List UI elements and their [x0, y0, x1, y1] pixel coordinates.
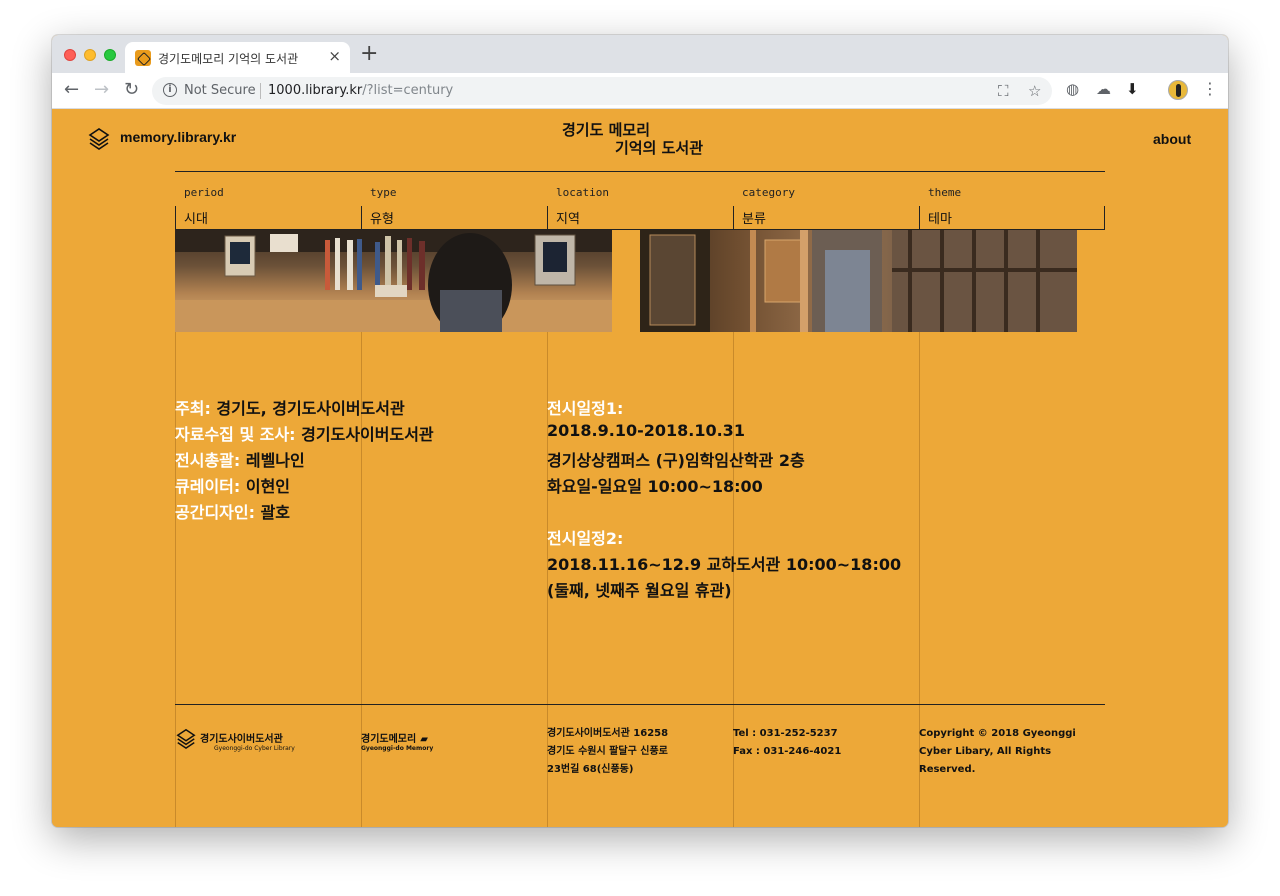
gyeonggi-memory-logo[interactable]: 경기도메모리 ▰ Gyeonggi-do Memory — [361, 730, 433, 752]
copyright-line: Cyber Libary, All Rights — [919, 746, 1052, 757]
copyright-line: Reserved. — [919, 764, 976, 775]
forward-arrow-icon[interactable]: → — [94, 79, 109, 100]
credit-value: 경기도사이버도서관 — [295, 425, 434, 444]
schedule-1-venue: 경기상상캠퍼스 (구)임학임산학관 2층 — [547, 451, 805, 470]
schedule-2-title: 전시일정2: — [547, 529, 624, 548]
url-path: /?list=century — [362, 83, 454, 98]
filter-label-location: location — [556, 186, 609, 199]
filter-value-location[interactable]: 지역 — [556, 208, 580, 227]
site-name-link[interactable]: memory.library.kr — [120, 129, 236, 145]
memory-logo-sub: Gyeonggi-do Memory — [361, 745, 434, 752]
credit-host: 주최: 경기도, 경기도사이버도서관 — [175, 395, 405, 419]
favicon-icon — [135, 50, 151, 66]
tab-close-icon[interactable]: × — [328, 47, 341, 65]
close-window-button[interactable] — [64, 49, 76, 61]
minimize-window-button[interactable] — [84, 49, 96, 61]
not-secure-label: Not Secure — [184, 83, 256, 98]
credit-value: 레벨나인 — [240, 451, 305, 470]
cyber-library-logo[interactable]: 경기도사이버도서관 Gyeonggi-do Cyber Library — [200, 730, 295, 752]
new-tab-button[interactable]: + — [360, 41, 378, 66]
extension-icon[interactable]: ☁ — [1096, 80, 1111, 98]
download-icon[interactable]: ⬇ — [1126, 80, 1139, 98]
address-bar[interactable]: i Not Secure 1000.library.kr/?list=centu… — [152, 77, 1052, 105]
footer-divider — [175, 704, 1105, 705]
credit-label: 전시총괄: — [175, 451, 241, 470]
reload-icon[interactable]: ↻ — [124, 79, 139, 100]
filter-value-type[interactable]: 유형 — [370, 208, 394, 227]
omnibox-divider — [260, 83, 261, 99]
filter-label-type: type — [370, 186, 397, 199]
bookmark-star-icon[interactable]: ☆ — [1028, 82, 1041, 100]
credit-research: 자료수집 및 조사: 경기도사이버도서관 — [175, 421, 434, 445]
filter-value-theme[interactable]: 테마 — [928, 208, 952, 227]
schedule-1-dates: 2018.9.10-2018.10.31 — [547, 421, 745, 440]
copyright-line: Copyright © 2018 Gyeonggi — [919, 728, 1076, 739]
schedule-2-dates: 2018.11.16~12.9 교하도서관 10:00~18:00 — [547, 555, 902, 574]
tab-strip: 경기도메모리 기억의 도서관 × + — [52, 35, 1228, 73]
credit-space-design: 공간디자인: 괄호 — [175, 499, 290, 523]
profile-avatar[interactable] — [1168, 80, 1188, 100]
credit-label: 공간디자인: — [175, 503, 255, 522]
credit-value: 이현인 — [240, 477, 291, 496]
filter-value-category[interactable]: 분류 — [742, 208, 766, 227]
translate-icon[interactable]: ⛶ — [998, 82, 1009, 100]
browser-tab[interactable]: 경기도메모리 기억의 도서관 × — [125, 42, 350, 73]
credit-curator: 큐레이터: 이현인 — [175, 473, 290, 497]
books-logo-icon[interactable] — [88, 126, 110, 150]
title-line-2: 기억의 도서관 — [615, 139, 704, 157]
footer-copyright: Copyright © 2018 Gyeonggi Cyber Libary, … — [919, 725, 1076, 779]
credit-director: 전시총괄: 레벨나인 — [175, 447, 305, 471]
memory-logo-name: 경기도메모리 — [361, 734, 417, 745]
address-line: 경기도 수원시 팔달구 신풍로 — [547, 746, 668, 757]
camera-icon: ▰ — [420, 734, 428, 745]
exhibition-photo-2 — [640, 230, 1077, 332]
browser-toolbar: ← → ↻ i Not Secure 1000.library.kr/?list… — [52, 73, 1228, 109]
schedule-1-hours: 화요일-일요일 10:00~18:00 — [547, 477, 763, 496]
credit-value: 경기도, 경기도사이버도서관 — [210, 399, 405, 418]
globe-extension-icon[interactable]: ◍ — [1066, 80, 1079, 98]
credit-label: 자료수집 및 조사: — [175, 425, 296, 444]
maximize-window-button[interactable] — [104, 49, 116, 61]
url-text[interactable]: 1000.library.kr/?list=century — [268, 83, 453, 98]
filter-label-theme: theme — [928, 186, 962, 199]
address-line: 경기도사이버도서관 16258 — [547, 728, 669, 739]
schedule-2-note: (둘째, 넷째주 월요일 휴관) — [547, 581, 732, 600]
header-divider — [175, 171, 1105, 172]
page-content: memory.library.kr 경기도 메모리 기억의 도서관 about … — [52, 110, 1228, 827]
cyber-library-logo-icon — [176, 728, 196, 749]
cyber-library-sub: Gyeonggi-do Cyber Library — [214, 745, 295, 752]
photo-2-illustration — [640, 230, 1077, 332]
credit-value: 괄호 — [255, 503, 291, 522]
browser-window: 경기도메모리 기억의 도서관 × + ← → ↻ i Not Secure 10… — [52, 35, 1228, 827]
filter-value-period[interactable]: 시대 — [184, 208, 208, 227]
address-line: 23번길 68(신풍동) — [547, 764, 634, 775]
title-line-1: 경기도 메모리 — [562, 121, 651, 139]
credit-label: 큐레이터: — [175, 477, 241, 496]
tab-title: 경기도메모리 기억의 도서관 — [158, 52, 299, 66]
fax-number: Fax : 031-246-4021 — [733, 746, 842, 757]
about-link[interactable]: about — [1153, 131, 1191, 147]
filter-label-period: period — [184, 186, 224, 199]
exhibition-photo-1 — [175, 230, 612, 332]
phone-number: Tel : 031-252-5237 — [733, 728, 838, 739]
info-icon[interactable]: i — [163, 83, 177, 97]
photo-1-illustration — [175, 230, 612, 332]
schedule-1-title: 전시일정1: — [547, 399, 624, 418]
back-arrow-icon[interactable]: ← — [64, 79, 79, 100]
page-title[interactable]: 경기도 메모리 기억의 도서관 — [562, 121, 703, 157]
url-host: 1000.library.kr — [268, 83, 363, 98]
filter-label-category: category — [742, 186, 795, 199]
footer-contact: Tel : 031-252-5237 Fax : 031-246-4021 — [733, 725, 841, 761]
credit-label: 주최: — [175, 399, 211, 418]
menu-kebab-icon[interactable]: ⋮ — [1202, 79, 1218, 98]
footer-address: 경기도사이버도서관 16258 경기도 수원시 팔달구 신풍로 23번길 68(… — [547, 725, 668, 779]
cyber-library-name: 경기도사이버도서관 — [200, 734, 283, 745]
